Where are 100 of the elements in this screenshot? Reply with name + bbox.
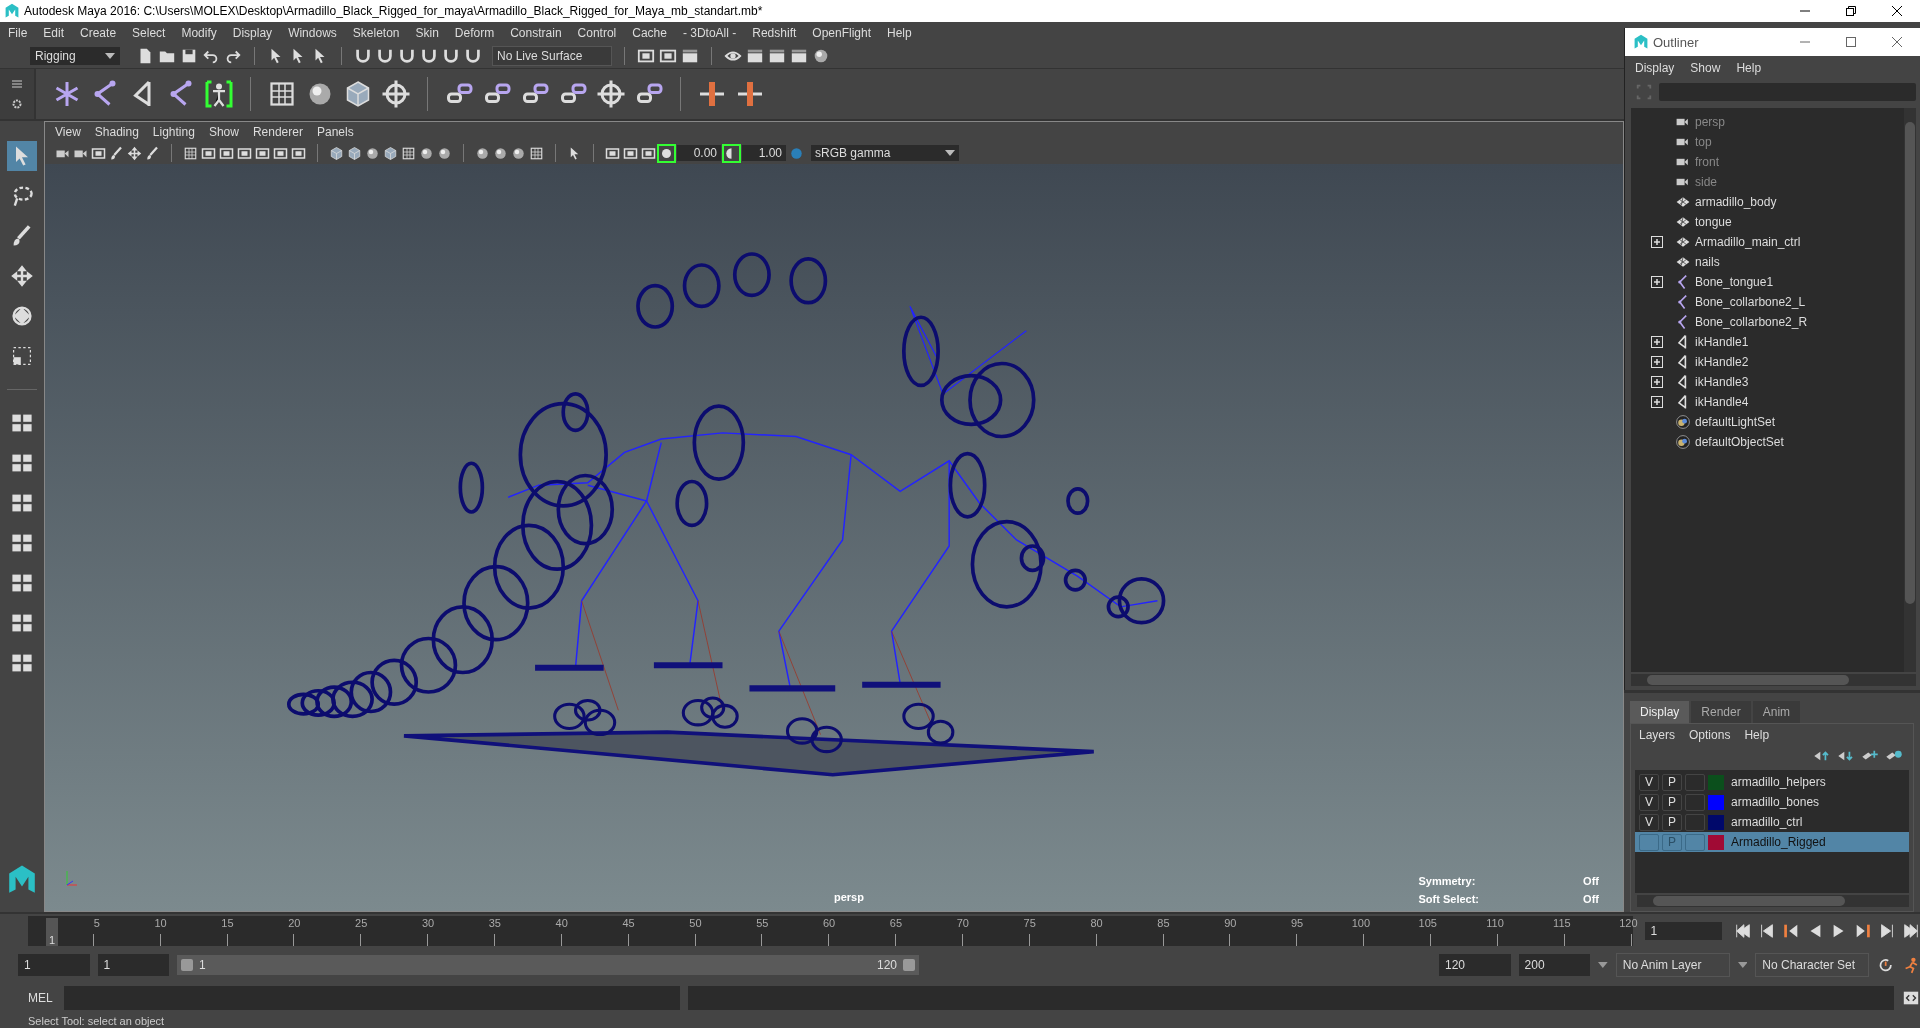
save-icon[interactable]: [180, 47, 198, 65]
reference-toggle[interactable]: [1685, 793, 1705, 811]
refresh-icon[interactable]: [1877, 956, 1895, 974]
clapperboard-icon[interactable]: [790, 47, 808, 65]
film-frame-icon[interactable]: [637, 47, 655, 65]
grid-icon[interactable]: [529, 145, 544, 161]
aperture-icon[interactable]: [659, 145, 674, 161]
outliner-item[interactable]: tongue: [1631, 212, 1904, 232]
expand-button[interactable]: [1651, 376, 1663, 388]
crosshair-icon[interactable]: [596, 79, 626, 109]
menu-item[interactable]: Display: [232, 26, 273, 40]
panel-menu-item[interactable]: View: [55, 125, 81, 139]
grid-icon[interactable]: [267, 79, 297, 109]
move-layer-up-icon[interactable]: [1813, 750, 1831, 762]
skip-end-icon[interactable]: [1902, 922, 1920, 940]
script-editor-icon[interactable]: [1902, 989, 1920, 1007]
layer-row[interactable]: V P armadillo_helpers: [1635, 772, 1909, 792]
outliner-item[interactable]: side: [1631, 172, 1904, 192]
menu-item[interactable]: Select: [132, 26, 166, 40]
playback-toggle[interactable]: P: [1662, 813, 1682, 831]
magnet-icon[interactable]: [464, 47, 482, 65]
layer-row[interactable]: V P armadillo_ctrl: [1635, 812, 1909, 832]
layer-row[interactable]: P Armadillo_Rigged: [1635, 832, 1909, 852]
outliner-item[interactable]: ikHandle4: [1631, 392, 1904, 412]
sphere-icon[interactable]: [812, 47, 830, 65]
panel-menu-item[interactable]: Lighting: [152, 125, 195, 139]
film-frame-icon[interactable]: [605, 145, 620, 161]
outliner-item[interactable]: armadillo_body: [1631, 192, 1904, 212]
key-back-icon[interactable]: [1782, 922, 1800, 940]
menu-item[interactable]: Options: [1689, 728, 1731, 742]
menu-item[interactable]: Deform: [454, 26, 495, 40]
gamma-field[interactable]: 1.00: [742, 145, 786, 161]
menu-item[interactable]: File: [8, 26, 28, 40]
layer-color-swatch[interactable]: [1708, 814, 1724, 830]
menu-item[interactable]: - 3DtoAll -: [682, 26, 737, 40]
sphere-icon[interactable]: [475, 145, 490, 161]
menu-item[interactable]: Help: [887, 26, 912, 40]
reference-toggle[interactable]: [1685, 813, 1705, 831]
layer-tab[interactable]: Render: [1691, 701, 1751, 723]
menu-item[interactable]: Redshift: [752, 26, 797, 40]
magnet-icon[interactable]: [376, 47, 394, 65]
menu-item[interactable]: Create: [80, 26, 117, 40]
exposure-field[interactable]: 0.00: [677, 145, 721, 161]
character-set-dropdown[interactable]: No Character Set: [1755, 953, 1870, 977]
outliner-item[interactable]: Bone_tongue1: [1631, 272, 1904, 292]
menu-item[interactable]: Skin: [415, 26, 439, 40]
menu-item[interactable]: Help: [1736, 61, 1762, 75]
expand-button[interactable]: [1651, 336, 1663, 348]
horizontal-scrollbar[interactable]: [1631, 674, 1916, 686]
current-frame-marker[interactable]: 1: [46, 918, 59, 946]
film-frame-icon[interactable]: [659, 47, 677, 65]
panel-menu-item[interactable]: Show: [208, 125, 239, 139]
film-frame-icon[interactable]: [623, 145, 638, 161]
sphere-icon[interactable]: [365, 145, 380, 161]
new-layer-selected-icon[interactable]: [1885, 750, 1903, 762]
menu-item[interactable]: Layers: [1639, 728, 1676, 742]
clapperboard-icon[interactable]: [768, 47, 786, 65]
expand-button[interactable]: [1651, 276, 1663, 288]
bar-cross-icon[interactable]: [697, 79, 727, 109]
outliner-item[interactable]: ikHandle2: [1631, 352, 1904, 372]
cube-icon[interactable]: [383, 145, 398, 161]
command-input-field[interactable]: [64, 986, 680, 1010]
brush-icon[interactable]: [109, 145, 124, 161]
range-slider[interactable]: 1 120: [177, 955, 919, 975]
outliner-item[interactable]: ikHandle3: [1631, 372, 1904, 392]
layer-tab[interactable]: Anim: [1752, 701, 1801, 723]
clapperboard-icon[interactable]: [746, 47, 764, 65]
end-time-field[interactable]: 200: [1518, 954, 1591, 976]
menu-item[interactable]: OpenFlight: [812, 26, 871, 40]
film-frame-icon[interactable]: [237, 145, 252, 161]
film-frame-icon[interactable]: [641, 145, 656, 161]
toggle-icon[interactable]: [789, 145, 804, 161]
sphere-icon[interactable]: [493, 145, 508, 161]
outliner-item[interactable]: defaultLightSet: [1631, 412, 1904, 432]
new-layer-icon[interactable]: [1861, 750, 1879, 762]
figure-icon[interactable]: [204, 79, 234, 109]
menu-item[interactable]: Modify: [181, 26, 217, 40]
menu-item[interactable]: Cache: [632, 26, 667, 40]
playback-toggle[interactable]: P: [1662, 773, 1682, 791]
film-frame-icon[interactable]: [219, 145, 234, 161]
current-frame-field[interactable]: 1: [1644, 922, 1722, 940]
menu-item[interactable]: Show: [1690, 61, 1721, 75]
step-forward-icon[interactable]: [1878, 922, 1896, 940]
film-frame-icon[interactable]: [255, 145, 270, 161]
layer-color-swatch[interactable]: [1708, 834, 1724, 850]
menu-item[interactable]: Edit: [43, 26, 65, 40]
film-frame-icon[interactable]: [291, 145, 306, 161]
cube-icon[interactable]: [329, 145, 344, 161]
cube-icon[interactable]: [347, 145, 362, 161]
layer-color-swatch[interactable]: [1708, 794, 1724, 810]
outliner-item[interactable]: persp: [1631, 112, 1904, 132]
outliner-item[interactable]: Bone_collarbone2_R: [1631, 312, 1904, 332]
outliner-item[interactable]: front: [1631, 152, 1904, 172]
film-frame-icon[interactable]: [91, 145, 106, 161]
film-frame-icon[interactable]: [201, 145, 216, 161]
start-time-field[interactable]: 1: [18, 954, 90, 976]
menu-item[interactable]: Control: [577, 26, 617, 40]
move-icon[interactable]: [127, 145, 142, 161]
visibility-toggle[interactable]: [1639, 833, 1659, 851]
skip-start-icon[interactable]: [1734, 922, 1752, 940]
